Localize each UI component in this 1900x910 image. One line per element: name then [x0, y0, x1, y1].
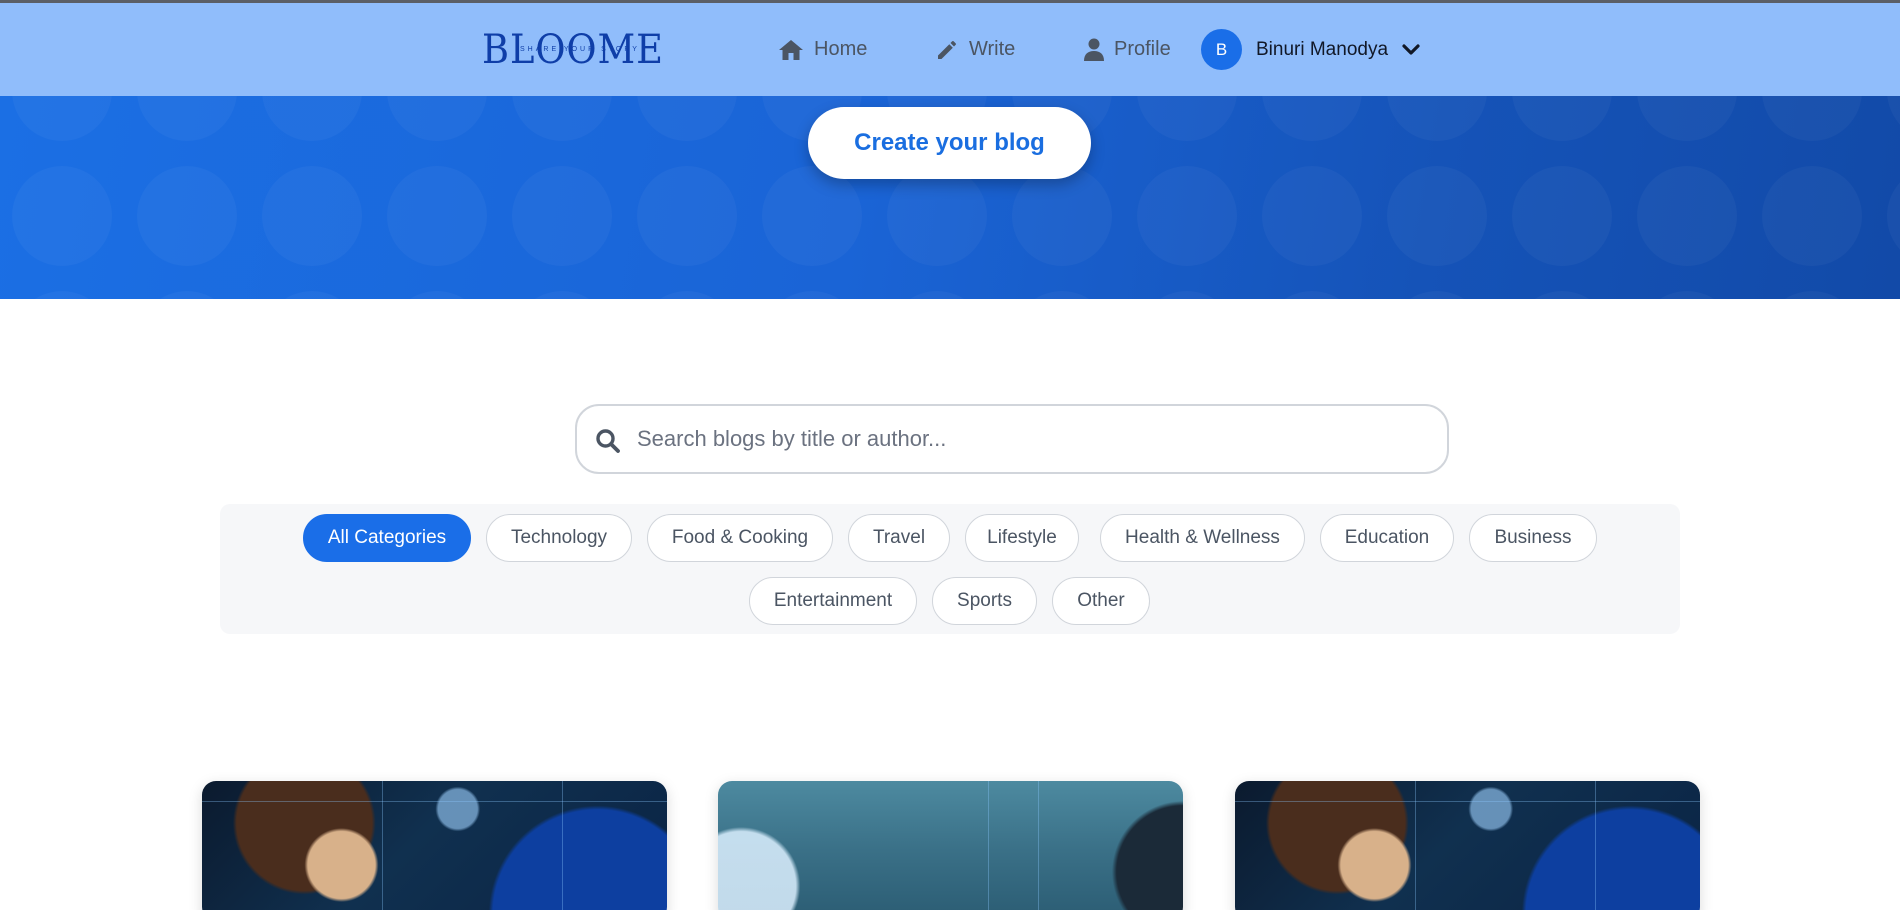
category-chip-entertainment[interactable]: Entertainment: [749, 577, 917, 625]
logo-tagline: SHARE YOUR STORY: [520, 46, 640, 53]
nav-profile-link[interactable]: Profile: [1084, 3, 1171, 96]
category-filter-panel: All Categories Technology Food & Cooking…: [220, 504, 1680, 634]
hero-pattern-dot: [1137, 166, 1237, 266]
hero-pattern-dot: [137, 166, 237, 266]
hero-pattern-dot: [1512, 291, 1612, 299]
hero-pattern-dot: [262, 291, 362, 299]
card-image-line: [202, 801, 667, 802]
hero-pattern-dot: [1387, 291, 1487, 299]
nav-home-link[interactable]: Home: [778, 3, 867, 96]
user-menu[interactable]: B Binuri Manodya: [1201, 3, 1420, 96]
nav-write-label: Write: [969, 38, 1016, 60]
hero-pattern-dot: [1762, 96, 1862, 141]
hero-pattern-dot: [1262, 291, 1362, 299]
hero-pattern-dot: [12, 166, 112, 266]
hero-pattern-dot: [1387, 166, 1487, 266]
search-input[interactable]: [637, 406, 1427, 472]
blog-card-image: [202, 781, 667, 910]
hero-banner: Create your blog: [0, 96, 1900, 299]
nav-write-link[interactable]: Write: [935, 3, 1015, 96]
hero-pattern-dot: [1262, 96, 1362, 141]
hero-pattern-dot: [262, 96, 362, 141]
category-chip-technology[interactable]: Technology: [486, 514, 632, 562]
pencil-icon: [938, 40, 956, 59]
blog-card-image: [1235, 781, 1700, 910]
hero-pattern-dot: [887, 166, 987, 266]
hero-pattern-dot: [1012, 166, 1112, 266]
hero-pattern-dot: [1387, 96, 1487, 141]
chevron-down-icon[interactable]: [1402, 43, 1420, 56]
hero-pattern-dot: [387, 291, 487, 299]
hero-pattern-dot: [1262, 166, 1362, 266]
hero-pattern-dot: [12, 96, 112, 141]
hero-pattern-dot: [1637, 291, 1737, 299]
blog-card[interactable]: [718, 781, 1183, 910]
search-bar: [575, 404, 1449, 474]
hero-pattern-dot: [12, 291, 112, 299]
hero-pattern-dot: [512, 291, 612, 299]
category-chip-health-wellness[interactable]: Health & Wellness: [1100, 514, 1305, 562]
user-name: Binuri Manodya: [1256, 38, 1389, 60]
hero-pattern-dot: [387, 166, 487, 266]
hero-pattern-dot: [1637, 96, 1737, 141]
hero-pattern-dot: [387, 96, 487, 141]
hero-pattern-dot: [1012, 291, 1112, 299]
brand-logo[interactable]: BLOOME SHARE YOUR STORY: [482, 27, 672, 73]
card-image-line: [988, 781, 989, 910]
hero-pattern-dot: [512, 96, 612, 141]
create-blog-button[interactable]: Create your blog: [808, 107, 1091, 179]
hero-pattern-dot: [1887, 96, 1900, 141]
nav-profile-label: Profile: [1114, 38, 1171, 60]
hero-pattern-dot: [262, 166, 362, 266]
user-icon: [1084, 38, 1104, 61]
home-icon: [779, 39, 803, 60]
avatar: B: [1201, 29, 1242, 70]
hero-pattern-dot: [637, 291, 737, 299]
hero-pattern-dot: [762, 291, 862, 299]
hero-pattern-dot: [1512, 96, 1612, 141]
card-image-line: [1038, 781, 1039, 910]
blog-card[interactable]: [1235, 781, 1700, 910]
hero-pattern-dot: [762, 166, 862, 266]
category-chip-travel[interactable]: Travel: [848, 514, 950, 562]
category-chip-lifestyle[interactable]: Lifestyle: [965, 514, 1079, 562]
hero-pattern-dot: [1887, 166, 1900, 266]
card-image-line: [1235, 801, 1700, 802]
hero-pattern-dot: [1637, 166, 1737, 266]
hero-pattern-dot: [887, 291, 987, 299]
category-chip-education[interactable]: Education: [1320, 514, 1454, 562]
blog-card-image: [718, 781, 1183, 910]
category-chip-all[interactable]: All Categories: [303, 514, 471, 562]
nav-home-label: Home: [814, 38, 868, 60]
hero-pattern-dot: [1137, 291, 1237, 299]
category-chip-sports[interactable]: Sports: [932, 577, 1037, 625]
hero-pattern-dot: [1137, 96, 1237, 141]
hero-pattern-dot: [637, 166, 737, 266]
hero-pattern-dot: [1512, 166, 1612, 266]
hero-pattern-dot: [637, 96, 737, 141]
hero-pattern-dot: [137, 96, 237, 141]
blog-card[interactable]: [202, 781, 667, 910]
category-chip-other[interactable]: Other: [1052, 577, 1150, 625]
category-chip-business[interactable]: Business: [1469, 514, 1597, 562]
category-chip-food-cooking[interactable]: Food & Cooking: [647, 514, 833, 562]
hero-pattern-dot: [1887, 291, 1900, 299]
hero-pattern-dot: [137, 291, 237, 299]
hero-pattern-dot: [512, 166, 612, 266]
hero-pattern-dot: [1762, 166, 1862, 266]
hero-pattern-dot: [1762, 291, 1862, 299]
navbar: BLOOME SHARE YOUR STORY Home Write Profi…: [0, 3, 1900, 96]
search-icon: [596, 429, 620, 453]
